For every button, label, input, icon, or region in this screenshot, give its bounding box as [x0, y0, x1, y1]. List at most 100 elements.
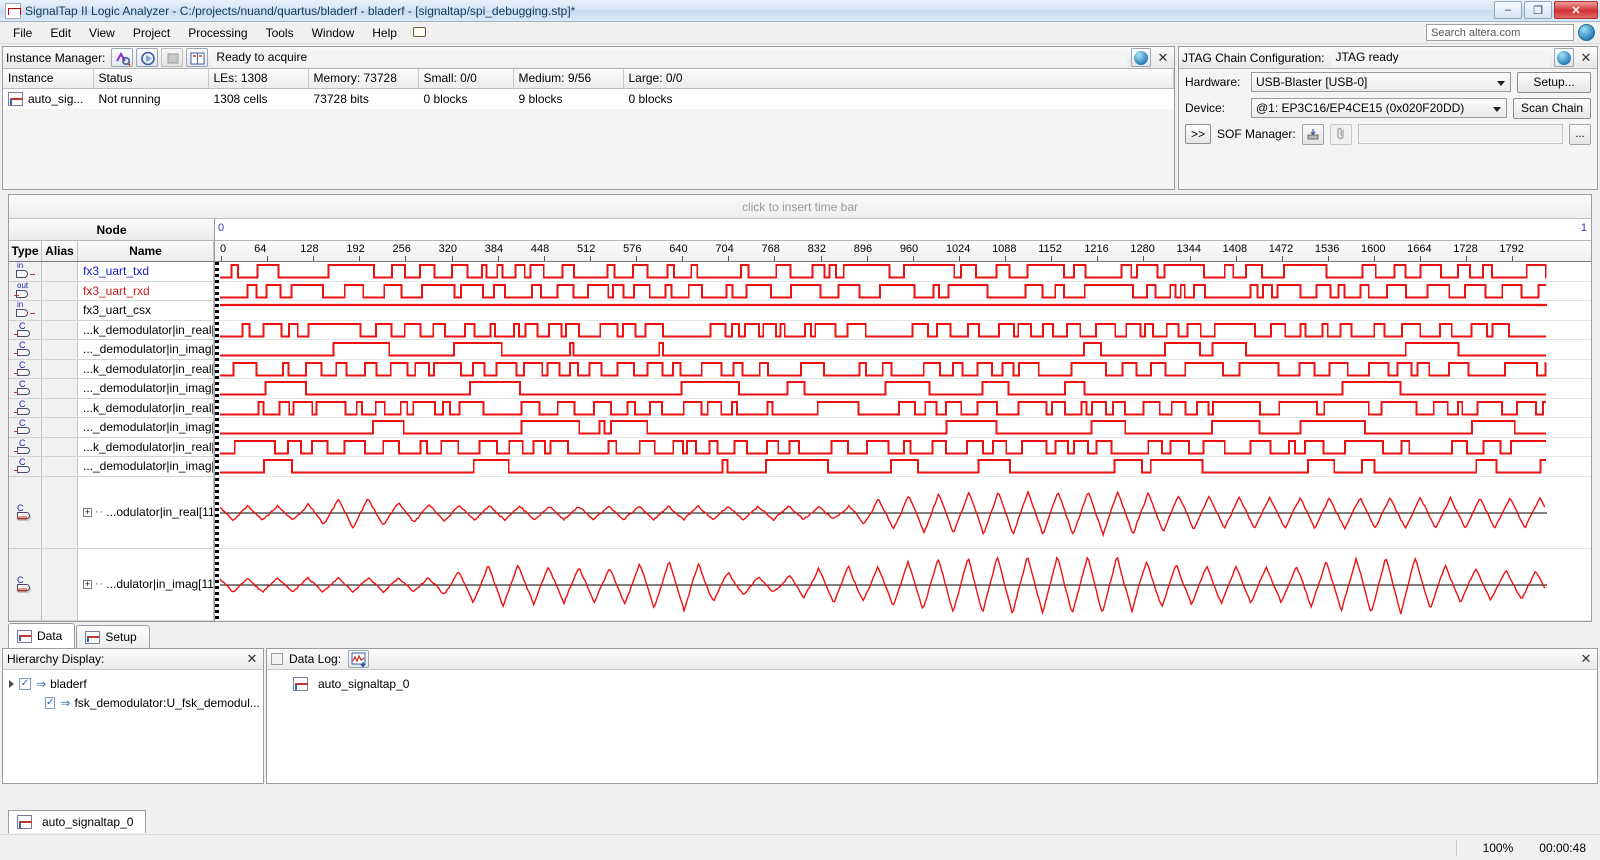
node-alias-cell[interactable]	[42, 320, 78, 339]
node-row[interactable]: C ...k_demodulator|in_real[13]	[9, 398, 214, 418]
tab-data[interactable]: Data	[8, 623, 76, 648]
node-alias-cell[interactable]	[42, 548, 78, 620]
help-icon[interactable]	[1131, 48, 1151, 67]
read-data-icon[interactable]	[186, 48, 209, 67]
waveform-row[interactable]	[215, 418, 1591, 438]
menu-tools[interactable]: Tools	[257, 23, 303, 43]
scan-chain-button[interactable]: Scan Chain	[1512, 97, 1591, 119]
checkbox[interactable]: ✓	[19, 677, 31, 690]
node-alias-cell[interactable]	[42, 262, 78, 281]
hardware-select[interactable]: USB-Blaster [USB-0]	[1251, 72, 1511, 92]
node-name-cell[interactable]: fx3_uart_txd	[78, 262, 214, 281]
expander-icon[interactable]	[9, 679, 14, 688]
menu-edit[interactable]: Edit	[41, 23, 80, 43]
bottom-tab-auto-signaltap[interactable]: auto_signaltap_0	[8, 810, 147, 833]
close-icon[interactable]: ✕	[1578, 50, 1594, 66]
col-memory[interactable]: Memory: 73728	[308, 69, 419, 89]
waveform-row[interactable]	[215, 320, 1591, 340]
node-row[interactable]: C ..._demodulator|in_imag[14]	[9, 379, 214, 399]
menu-window[interactable]: Window	[303, 23, 364, 43]
waveform-row[interactable]	[215, 281, 1591, 301]
checkbox[interactable]	[271, 653, 283, 665]
menu-file[interactable]: File	[4, 23, 41, 43]
close-icon[interactable]: ✕	[1578, 651, 1594, 667]
menu-project[interactable]: Project	[124, 23, 179, 43]
node-name-cell[interactable]: ..._demodulator|in_imag[13]	[78, 418, 214, 437]
list-item[interactable]: auto_signaltap_0	[273, 674, 1591, 693]
waveform-row[interactable]	[215, 398, 1591, 418]
col-status[interactable]: Status	[93, 69, 209, 89]
list-item[interactable]: ✓ ⇒ fsk_demodulator:U_fsk_demodul...	[9, 693, 260, 712]
stop-analysis-icon[interactable]	[161, 48, 184, 67]
node-name-cell[interactable]: ..._demodulator|in_imag[14]	[78, 379, 214, 398]
waveform-canvas[interactable]: 0 1 0 64 128 192 256 320 384 448 512 576 640 704 768…	[215, 219, 1591, 621]
sof-browse-button[interactable]: ...	[1569, 123, 1591, 145]
close-button[interactable]: ✕	[1554, 1, 1598, 19]
globe-icon[interactable]	[1578, 24, 1595, 41]
node-alias-cell[interactable]	[42, 359, 78, 378]
tab-setup[interactable]: Setup	[76, 625, 150, 648]
time-bar-ruler[interactable]: 0 1	[215, 219, 1591, 241]
node-row[interactable]: C +··...dulator|in_imag[11..0]	[9, 548, 214, 621]
node-alias-cell[interactable]	[42, 281, 78, 300]
column-alias[interactable]: Alias	[42, 241, 78, 261]
waveform-row[interactable]	[215, 262, 1591, 282]
node-row[interactable]: C ...k_demodulator|in_real[14]	[9, 359, 214, 379]
data-log-icon[interactable]	[348, 650, 370, 668]
node-row[interactable]: in fx3_uart_csx	[9, 300, 214, 321]
close-icon[interactable]: ✕	[244, 651, 260, 667]
node-name-cell[interactable]: ...k_demodulator|in_real[15]	[78, 320, 214, 339]
node-name-cell[interactable]: ...k_demodulator|in_real[14]	[78, 359, 214, 378]
node-name-cell[interactable]: +··...odulator|in_real[11..0]	[78, 476, 214, 548]
column-name[interactable]: Name	[78, 241, 214, 261]
node-name-cell[interactable]: ...k_demodulator|in_real[12]	[78, 437, 214, 456]
node-alias-cell[interactable]	[42, 379, 78, 398]
node-row[interactable]: out fx3_uart_rxd	[9, 281, 214, 301]
autorun-analysis-icon[interactable]	[136, 48, 159, 67]
waveform-row[interactable]	[215, 340, 1591, 360]
node-name-cell[interactable]: ...k_demodulator|in_real[13]	[78, 398, 214, 417]
menu-processing[interactable]: Processing	[179, 23, 256, 43]
node-row[interactable]: C ..._demodulator|in_imag[12]	[9, 457, 214, 477]
node-name-cell[interactable]: ..._demodulator|in_imag[12]	[78, 457, 214, 476]
node-name-cell[interactable]: +··...dulator|in_imag[11..0]	[78, 548, 214, 620]
node-row[interactable]: C +··...odulator|in_real[11..0]	[9, 476, 214, 549]
node-row[interactable]: C ...k_demodulator|in_real[12]	[9, 437, 214, 457]
col-large[interactable]: Large: 0/0	[623, 69, 1174, 89]
waveform-row[interactable]	[215, 379, 1591, 399]
menu-view[interactable]: View	[80, 23, 124, 43]
insert-time-bar-strip[interactable]: click to insert time bar	[9, 195, 1591, 219]
node-name-cell[interactable]: fx3_uart_rxd	[78, 281, 214, 300]
checkbox[interactable]: ✓	[45, 696, 56, 709]
col-les[interactable]: LEs: 1308	[208, 69, 309, 89]
run-analysis-icon[interactable]	[111, 48, 134, 67]
node-alias-cell[interactable]	[42, 301, 78, 320]
note-icon[interactable]	[412, 26, 428, 40]
maximize-button[interactable]: ❐	[1524, 1, 1552, 19]
node-alias-cell[interactable]	[42, 457, 78, 476]
close-icon[interactable]: ✕	[1155, 50, 1171, 66]
node-alias-cell[interactable]	[42, 418, 78, 437]
search-input[interactable]: Search altera.com	[1426, 24, 1574, 41]
node-alias-cell[interactable]	[42, 476, 78, 548]
waveform-row[interactable]	[215, 359, 1591, 379]
setup-button[interactable]: Setup...	[1517, 71, 1591, 93]
list-item[interactable]: ✓ ⇒ bladerf	[9, 674, 257, 693]
expand-bus-icon[interactable]: +	[83, 507, 92, 517]
expand-sof-button[interactable]: >>	[1185, 124, 1211, 144]
node-name-cell[interactable]: fx3_uart_csx	[78, 301, 214, 320]
node-row[interactable]: in fx3_uart_txd	[9, 261, 214, 282]
node-alias-cell[interactable]	[42, 437, 78, 456]
device-select[interactable]: @1: EP3C16/EP4CE15 (0x020F20DD)	[1251, 98, 1507, 118]
table-row[interactable]: auto_sig... Not running 1308 cells 73728…	[3, 88, 1174, 109]
column-type[interactable]: Type	[9, 241, 42, 261]
waveform-row[interactable]	[215, 301, 1591, 321]
node-row[interactable]: C ..._demodulator|in_imag[13]	[9, 418, 214, 438]
waveform-row[interactable]	[215, 437, 1591, 457]
node-row[interactable]: C ..._demodulator|in_imag[15]	[9, 340, 214, 360]
col-instance[interactable]: Instance	[3, 69, 94, 89]
time-cursor[interactable]	[215, 262, 219, 621]
help-icon[interactable]	[1554, 48, 1574, 67]
node-alias-cell[interactable]	[42, 398, 78, 417]
node-alias-cell[interactable]	[42, 340, 78, 359]
